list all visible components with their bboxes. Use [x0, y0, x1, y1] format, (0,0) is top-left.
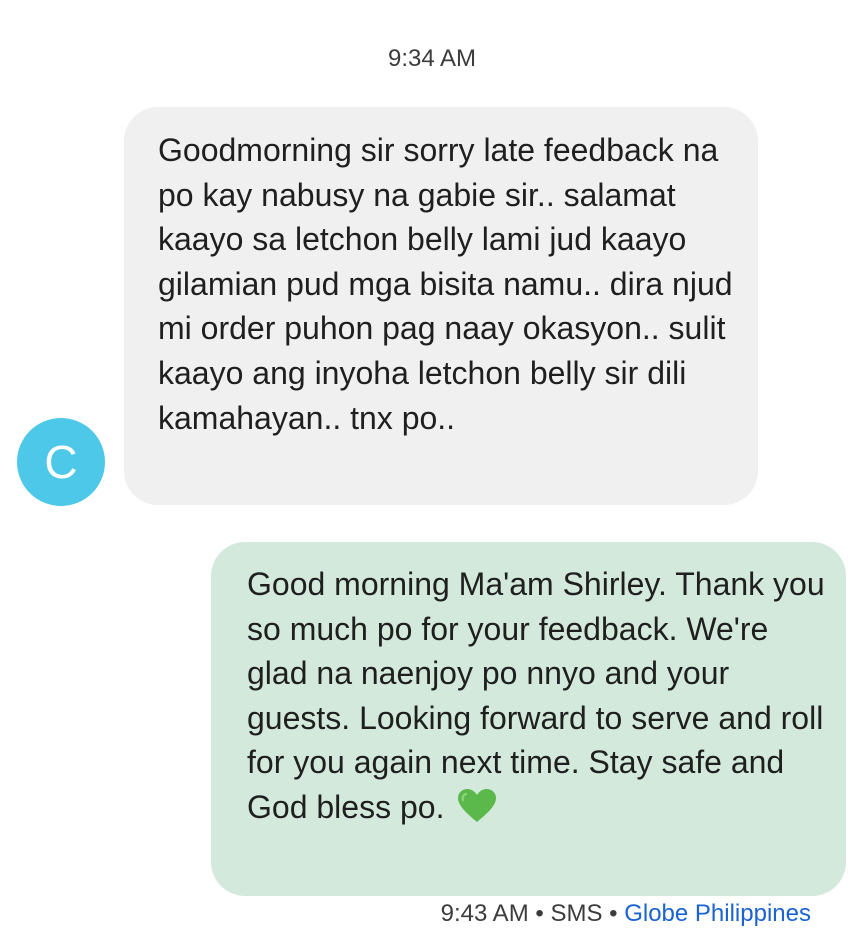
incoming-message-text: Goodmorning sir sorry late feedback na p… [158, 132, 733, 436]
separator-dot: • [609, 900, 618, 927]
message-type: SMS [550, 900, 603, 927]
message-status: 9:43 AM • SMS • Globe Philippines [441, 900, 811, 928]
conversation-timestamp: 9:34 AM [387, 45, 477, 72]
avatar-initial: C [44, 436, 78, 488]
contact-avatar[interactable]: C [17, 418, 105, 506]
message-time: 9:43 AM [440, 900, 529, 927]
green-heart-icon [457, 788, 497, 836]
outgoing-message-bubble[interactable]: Good morning Ma'am Shirley. Thank you so… [211, 542, 846, 896]
carrier-label: Globe Philippines [624, 900, 811, 927]
incoming-message-bubble[interactable]: Goodmorning sir sorry late feedback na p… [124, 107, 758, 505]
outgoing-message-text: Good morning Ma'am Shirley. Thank you so… [247, 566, 825, 825]
separator-dot: • [535, 900, 544, 927]
